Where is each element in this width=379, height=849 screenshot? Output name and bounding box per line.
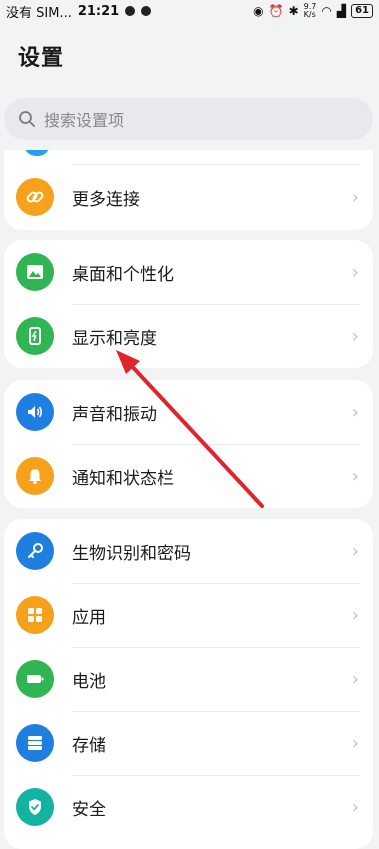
- chevron-right-icon: ›: [351, 796, 359, 818]
- speaker-icon: [16, 393, 54, 431]
- settings-item-label: 通知和状态栏: [72, 468, 174, 489]
- chevron-right-icon: ›: [351, 186, 359, 208]
- chevron-right-icon: ›: [351, 261, 359, 283]
- settings-item-label: 应用: [72, 607, 106, 628]
- settings-item-notifications-statusbar[interactable]: 通知和状态栏 ›: [4, 444, 373, 508]
- settings-group-display: 桌面和个性化 › 显示和亮度 ›: [4, 240, 373, 368]
- page-title: 设置: [18, 46, 65, 71]
- clock: 21:21: [77, 3, 120, 19]
- chevron-right-icon: ›: [351, 540, 359, 562]
- settings-item-label: 声音和振动: [72, 404, 157, 425]
- settings-item-label: 存储: [72, 735, 106, 756]
- settings-item-label: 生物识别和密码: [72, 543, 191, 564]
- notification-icon: [125, 6, 136, 16]
- settings-item-more-connections[interactable]: 更多连接 ›: [4, 165, 373, 229]
- key-icon: [16, 532, 54, 570]
- settings-group-connections: 更多连接 ›: [4, 150, 373, 230]
- settings-group-sound-notifications: 声音和振动 › 通知和状态栏 ›: [4, 380, 373, 508]
- settings-group-system: 生物识别和密码 › 应用 › 电池 › 存储 › 安全 ›: [4, 519, 373, 849]
- eye-icon: ◉: [253, 4, 264, 18]
- shield-icon: [16, 788, 54, 826]
- network-speed: 9.7 K/s: [303, 2, 317, 19]
- link-icon: [16, 178, 54, 216]
- wechat-icon: [141, 6, 152, 16]
- status-bar: 没有 SIM... 21:21 ◉ ⏰ ✱ 9.7 K/s ◠ ▟ 61: [0, 0, 379, 22]
- alarm-icon: ⏰: [268, 4, 284, 18]
- settings-item-label: 安全: [72, 799, 106, 820]
- carrier-text: 没有 SIM...: [6, 5, 72, 21]
- settings-item-label: 显示和亮度: [72, 328, 157, 349]
- phone-brightness-icon: [16, 317, 54, 355]
- settings-item-security[interactable]: 安全 ›: [4, 775, 373, 839]
- settings-item-apps[interactable]: 应用 ›: [4, 583, 373, 647]
- settings-item-label: 更多连接: [72, 189, 140, 210]
- bell-icon: [16, 457, 54, 495]
- wifi-icon: ◠: [321, 4, 332, 18]
- settings-item-sound-vibration[interactable]: 声音和振动 ›: [4, 380, 373, 444]
- storage-icon: [16, 724, 54, 762]
- settings-item-desktop-personalization[interactable]: 桌面和个性化 ›: [4, 240, 373, 304]
- chevron-right-icon: ›: [351, 732, 359, 754]
- settings-item-label: 桌面和个性化: [72, 264, 174, 285]
- bluetooth-icon: ✱: [288, 4, 299, 18]
- settings-item-display-brightness[interactable]: 显示和亮度 ›: [4, 304, 373, 368]
- battery-icon: [16, 660, 54, 698]
- search-input[interactable]: 搜索设置项: [4, 98, 373, 140]
- settings-item-label: 电池: [72, 671, 106, 692]
- chevron-right-icon: ›: [351, 465, 359, 487]
- chevron-right-icon: ›: [351, 668, 359, 690]
- settings-item-battery[interactable]: 电池 ›: [4, 647, 373, 711]
- cut-off-icon: [24, 150, 50, 156]
- chevron-right-icon: ›: [351, 604, 359, 626]
- apps-grid-icon: [16, 596, 54, 634]
- settings-item-storage[interactable]: 存储 ›: [4, 711, 373, 775]
- chevron-right-icon: ›: [351, 401, 359, 423]
- cellular-icon: ▟: [336, 4, 347, 18]
- search-placeholder: 搜索设置项: [44, 111, 125, 130]
- search-icon: [19, 111, 35, 127]
- image-icon: [16, 253, 54, 291]
- settings-item-biometrics-password[interactable]: 生物识别和密码 ›: [4, 519, 373, 583]
- battery-indicator: 61: [351, 4, 373, 18]
- chevron-right-icon: ›: [351, 325, 359, 347]
